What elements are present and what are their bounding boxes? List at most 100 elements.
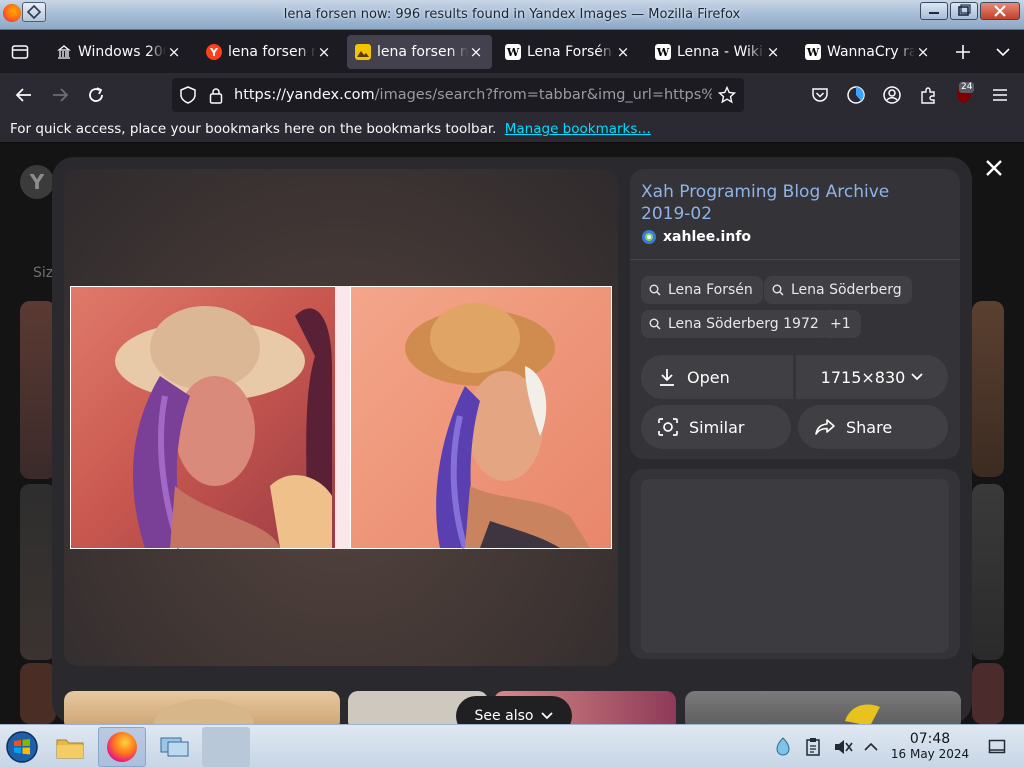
- active-window-task[interactable]: [202, 727, 250, 767]
- network-tool-task[interactable]: [150, 727, 198, 767]
- url-bar[interactable]: https://yandex.com/images/search?from=ta…: [172, 78, 744, 112]
- tab-yandex-search[interactable]: Y lena forsen now ×: [198, 35, 340, 69]
- account-icon[interactable]: [878, 82, 906, 108]
- camera-search-icon: [657, 417, 679, 437]
- tab-label: Windows 2000: [78, 44, 166, 60]
- tab-overview-icon[interactable]: [6, 39, 34, 65]
- extensions-puzzle-icon[interactable]: [914, 82, 942, 108]
- tab-label: lena forsen now: [377, 44, 468, 60]
- source-host-link[interactable]: xahlee.info: [641, 229, 751, 245]
- divider: [630, 259, 960, 260]
- close-viewer-icon[interactable]: [980, 154, 1008, 182]
- ublock-shield-icon[interactable]: 24: [950, 82, 978, 108]
- more-tags-button[interactable]: +1: [820, 310, 861, 338]
- page-content: Y Siz Xah Programing Blog Archive 2019-0…: [0, 143, 1024, 724]
- volume-muted-icon[interactable]: [832, 736, 854, 758]
- see-also-button[interactable]: See also: [456, 696, 572, 724]
- window-titlebar: lena forsen now: 996 results found in Ya…: [0, 0, 1024, 30]
- tag-label: Lena Söderberg: [791, 282, 902, 298]
- wikipedia-icon: W: [655, 44, 671, 60]
- reload-icon[interactable]: [82, 82, 110, 108]
- new-tab-plus-icon[interactable]: [950, 39, 976, 65]
- manage-bookmarks-link[interactable]: Manage bookmarks…: [505, 121, 651, 137]
- clipboard-tray-icon[interactable]: [802, 736, 824, 758]
- see-also-label: See also: [474, 708, 534, 724]
- wikipedia-icon: W: [805, 44, 821, 60]
- chevron-down-icon: [911, 373, 923, 381]
- close-tab-icon[interactable]: ×: [765, 43, 781, 61]
- tray-expand-chevron-icon[interactable]: [860, 736, 882, 758]
- yandex-icon: Y: [206, 44, 222, 60]
- image-info-panel: Xah Programing Blog Archive 2019-02 xahl…: [630, 169, 960, 459]
- tracking-shield-icon[interactable]: [178, 85, 198, 105]
- building-icon: [56, 44, 72, 60]
- bookmarks-hint: For quick access, place your bookmarks h…: [10, 121, 497, 137]
- preview-image[interactable]: [70, 286, 612, 549]
- extension-badge: 24: [959, 82, 975, 93]
- search-icon: [772, 284, 784, 296]
- share-button[interactable]: Share: [798, 405, 948, 449]
- window-title: lena forsen now: 996 results found in Ya…: [283, 7, 741, 22]
- update-tray-icon[interactable]: [772, 736, 794, 758]
- close-tab-icon[interactable]: ×: [615, 43, 631, 61]
- firefox-task[interactable]: [98, 727, 146, 767]
- open-image-button[interactable]: Open: [641, 355, 793, 399]
- tab-lena-forsen-wikipedia[interactable]: W Lena Forsén - Wikipedia ×: [497, 35, 639, 69]
- minimize-button[interactable]: [920, 2, 948, 20]
- size-filter-label[interactable]: Siz: [33, 265, 53, 281]
- source-host: xahlee.info: [663, 229, 752, 245]
- close-window-button[interactable]: [980, 2, 1020, 20]
- result-thumbnail[interactable]: [972, 301, 1004, 477]
- computer-icon: [160, 737, 189, 757]
- start-button[interactable]: [0, 727, 44, 767]
- result-thumbnail[interactable]: [972, 484, 1004, 660]
- close-tab-icon[interactable]: ×: [468, 43, 484, 61]
- chevron-down-icon: [541, 712, 554, 720]
- share-arrow-icon: [814, 418, 836, 436]
- pocket-icon[interactable]: [806, 82, 834, 108]
- tab-windows-2000[interactable]: Windows 2000 ×: [48, 35, 190, 69]
- more-tags-label: +1: [830, 316, 851, 332]
- download-icon: [657, 367, 677, 387]
- result-thumbnail[interactable]: [972, 663, 1004, 724]
- tab-wannacry-wikipedia[interactable]: W WannaCry ransomware ×: [797, 35, 939, 69]
- os-taskbar: 07:48 16 May 2024: [0, 724, 1024, 768]
- show-desktop-icon[interactable]: [986, 736, 1008, 758]
- bookmark-star-icon[interactable]: [716, 85, 738, 105]
- close-tab-icon[interactable]: ×: [915, 43, 931, 61]
- tag-lena-soderberg[interactable]: Lena Söderberg: [764, 276, 912, 304]
- tag-label: Lena Forsén: [668, 282, 753, 298]
- back-arrow-icon[interactable]: [10, 82, 38, 108]
- similar-button[interactable]: Similar: [641, 405, 791, 449]
- hamburger-menu-icon[interactable]: [986, 82, 1014, 108]
- share-label: Share: [846, 417, 893, 437]
- result-thumbnail[interactable]: [20, 663, 56, 724]
- size-label: 1715×830: [820, 367, 906, 387]
- tab-yandex-images[interactable]: lena forsen now ×: [347, 35, 492, 69]
- open-label: Open: [687, 367, 730, 387]
- url-text[interactable]: https://yandex.com/images/search?from=ta…: [234, 87, 712, 103]
- result-thumbnail[interactable]: [20, 301, 56, 479]
- source-title-link[interactable]: Xah Programing Blog Archive 2019-02: [641, 181, 941, 225]
- result-thumbnail[interactable]: [64, 691, 340, 724]
- extension-circle-icon[interactable]: [842, 82, 870, 108]
- forward-arrow-icon: [46, 82, 74, 108]
- tab-lenna-wikipedia[interactable]: W Lenna - Wikipedia ×: [647, 35, 789, 69]
- tag-lena-soderberg-1972[interactable]: Lena Söderberg 1972: [641, 310, 829, 338]
- yandex-logo[interactable]: Y: [20, 165, 54, 199]
- list-tabs-chevron-icon[interactable]: [990, 39, 1016, 65]
- image-size-dropdown[interactable]: 1715×830: [796, 355, 948, 399]
- tab-label: Lenna - Wikipedia: [677, 44, 765, 60]
- result-thumbnail[interactable]: [685, 691, 961, 724]
- file-explorer-task[interactable]: [46, 727, 94, 767]
- clock-date: 16 May 2024: [890, 747, 970, 761]
- tab-bar: Windows 2000 × Y lena forsen now × lena …: [0, 31, 1024, 73]
- close-tab-icon[interactable]: ×: [316, 43, 332, 61]
- maximize-button[interactable]: [950, 2, 978, 20]
- tag-lena-forsen[interactable]: Lena Forsén: [641, 276, 763, 304]
- result-thumbnail[interactable]: [20, 484, 56, 660]
- site-favicon-icon: [641, 229, 657, 245]
- lock-icon[interactable]: [206, 85, 226, 105]
- system-clock[interactable]: 07:48 16 May 2024: [888, 731, 972, 761]
- close-tab-icon[interactable]: ×: [166, 43, 182, 61]
